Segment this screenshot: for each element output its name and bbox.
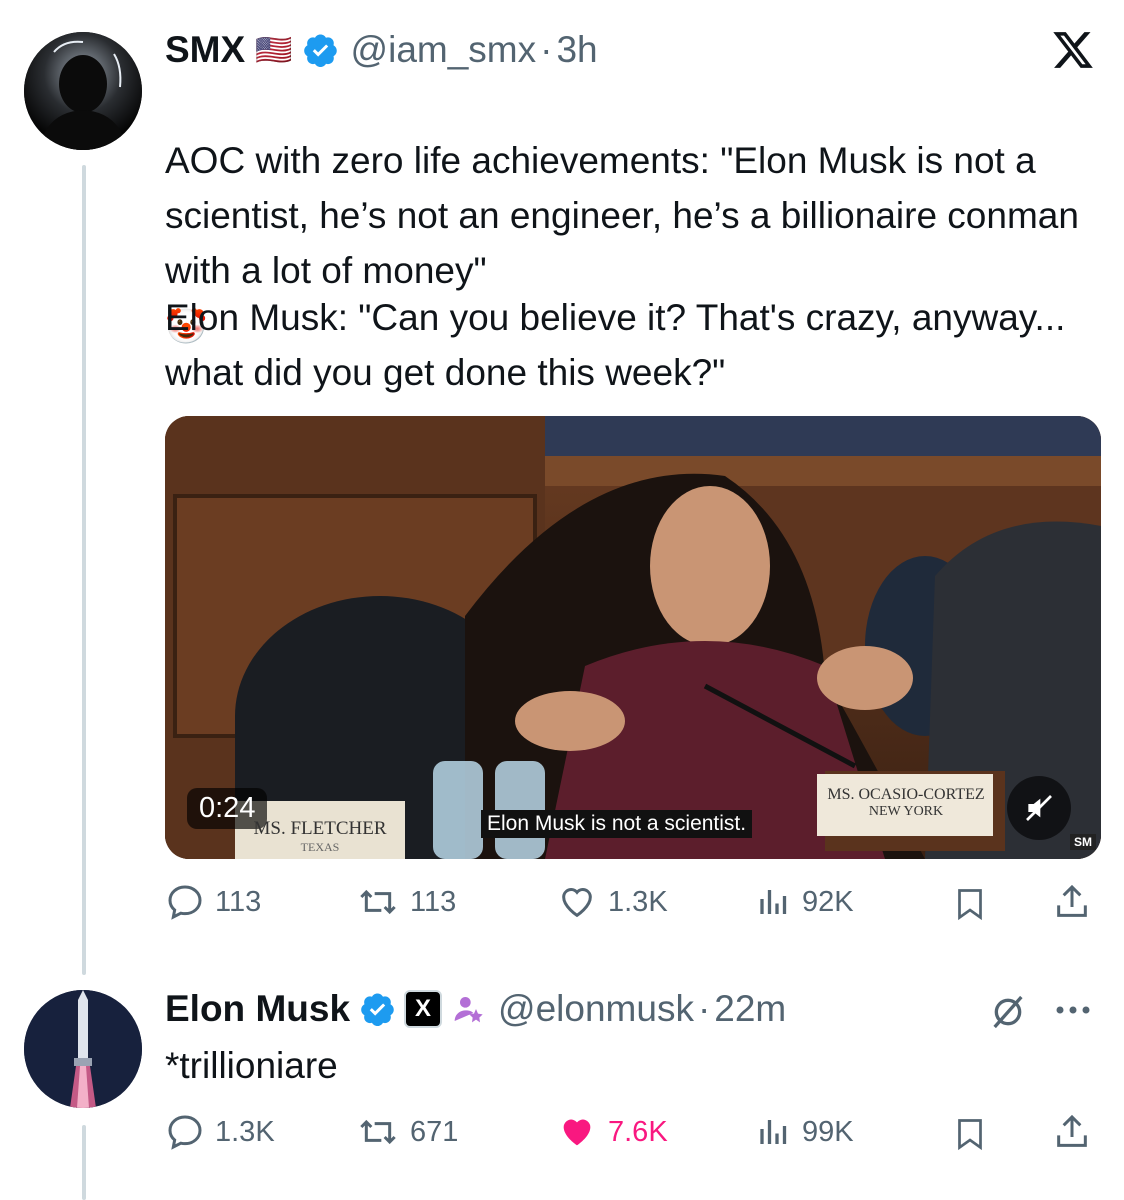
share-button[interactable] — [1052, 882, 1102, 922]
views-icon — [760, 1120, 787, 1144]
mute-icon[interactable] — [1007, 776, 1071, 840]
tweet1-header: SMX 🇺🇸 @iam_smx · 3h — [165, 26, 598, 74]
author-name[interactable]: SMX — [165, 29, 245, 71]
views-button[interactable]: 99K — [756, 1112, 854, 1152]
nameplate-left-state: TEXAS — [300, 840, 340, 854]
like-button[interactable]: 7.6K — [556, 1112, 668, 1152]
views-icon — [760, 890, 787, 914]
repost-button[interactable]: 671 — [356, 1112, 458, 1152]
bookmark-button[interactable] — [952, 884, 998, 924]
more-icon[interactable] — [1052, 1000, 1094, 1025]
author-handle[interactable]: @iam_smx — [351, 29, 537, 71]
reply-icon — [168, 1115, 202, 1150]
reply-count: 113 — [215, 885, 262, 918]
tweet2-text: *trillioniare — [165, 1045, 338, 1086]
repost-icon — [360, 1119, 396, 1145]
share-icon — [1057, 884, 1087, 917]
verified-badge-icon — [360, 991, 396, 1027]
video-player[interactable]: 0:24 MS. FLETCHER TEXAS Elon Musk is not… — [165, 416, 1101, 859]
like-icon — [562, 888, 592, 918]
avatar-silhouette-icon — [24, 32, 142, 150]
timestamp[interactable]: 22m — [714, 988, 786, 1030]
thread-line-top — [82, 165, 86, 975]
like-count: 1.3K — [608, 885, 668, 918]
video-caption: Elon Musk is not a scientist. — [481, 810, 753, 838]
grok-icon[interactable] — [988, 992, 1028, 1037]
x-affiliation-badge[interactable]: X — [404, 990, 443, 1028]
reply-count: 1.3K — [215, 1115, 275, 1148]
bookmark-button[interactable] — [952, 1114, 998, 1154]
tweet1-text-part1: AOC with zero life achievements: "Elon M… — [165, 140, 1079, 291]
repost-count: 113 — [410, 885, 457, 918]
verified-badge-icon — [303, 32, 339, 68]
video-corner-logo: SM — [1070, 834, 1096, 850]
bookmark-icon — [958, 1119, 982, 1151]
reply-button[interactable]: 1.3K — [165, 1112, 275, 1152]
flag-icon: 🇺🇸 — [255, 33, 293, 67]
avatar-rocket-icon — [24, 990, 142, 1108]
affiliate-icon — [452, 993, 484, 1025]
author-handle[interactable]: @elonmusk — [498, 988, 694, 1030]
tweet1-text-part2: Elon Musk: "Can you believe it? That's c… — [165, 297, 1066, 393]
views-count: 92K — [802, 885, 854, 918]
x-logo-icon[interactable] — [1050, 28, 1096, 77]
share-button[interactable] — [1052, 1112, 1102, 1152]
repost-button[interactable]: 113 — [356, 882, 456, 922]
nameplate-right: MS. OCASIO-CORTEZ NEW YORK — [821, 786, 991, 820]
separator-dot: · — [540, 29, 553, 70]
nameplate-right-name: MS. OCASIO-CORTEZ — [827, 786, 985, 803]
thread-line-bottom — [82, 1125, 86, 1200]
reply-button[interactable]: 113 — [165, 882, 261, 922]
tweet2-header: Elon Musk X @elonmusk · 22m — [165, 985, 786, 1033]
reply-icon — [168, 885, 202, 920]
like-count: 7.6K — [608, 1115, 668, 1148]
repost-count: 671 — [410, 1115, 459, 1148]
like-icon — [563, 1119, 591, 1146]
views-button[interactable]: 92K — [756, 882, 854, 922]
nameplate-right-state: NEW YORK — [868, 804, 944, 819]
nameplate-left: MS. FLETCHER TEXAS — [240, 818, 400, 855]
like-button[interactable]: 1.3K — [556, 882, 668, 922]
share-icon — [1057, 1114, 1087, 1147]
nameplate-left-name: MS. FLETCHER — [253, 818, 387, 839]
repost-icon — [360, 889, 396, 915]
author-name[interactable]: Elon Musk — [165, 988, 350, 1030]
avatar-smx[interactable] — [24, 32, 142, 150]
bookmark-icon — [958, 889, 982, 921]
views-count: 99K — [802, 1115, 854, 1148]
separator-dot: · — [697, 988, 711, 1029]
timestamp[interactable]: 3h — [556, 29, 597, 71]
avatar-elonmusk[interactable] — [24, 990, 142, 1108]
